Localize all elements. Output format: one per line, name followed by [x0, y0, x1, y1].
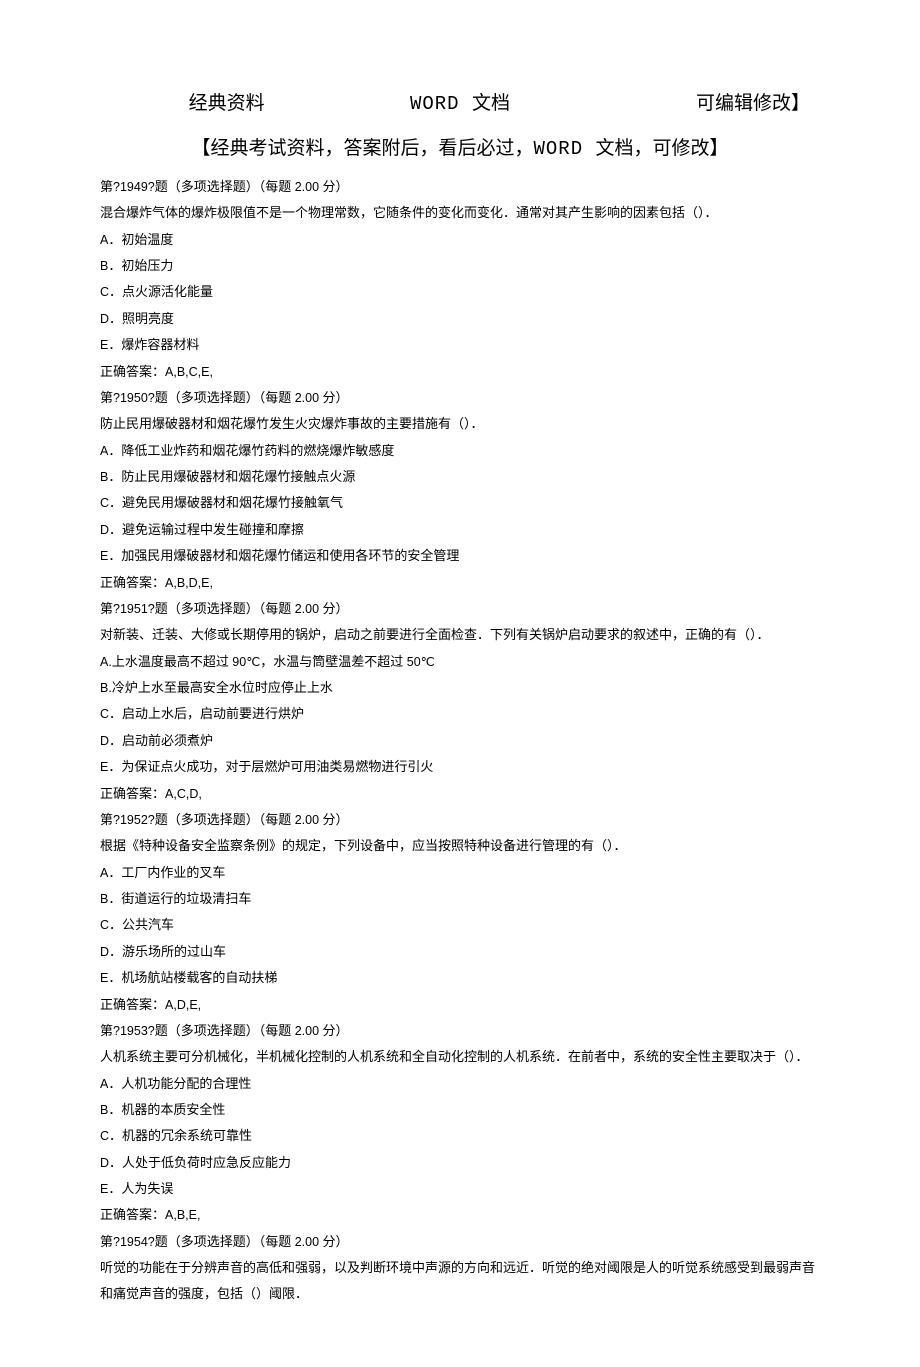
- question-option: E．为保证点火成功，对于层燃炉可用油类易燃物进行引火: [100, 754, 820, 779]
- question-block: 第?1954?题（多项选择题）（每题 2.00 分）听觉的功能在于分辨声音的高低…: [100, 1229, 820, 1306]
- question-block: 第?1950?题（多项选择题）（每题 2.00 分）防止民用爆破器材和烟花爆竹发…: [100, 385, 820, 595]
- subtitle-mono: WORD: [533, 138, 595, 160]
- question-option: E．加强民用爆破器材和烟花爆竹储运和使用各环节的安全管理: [100, 543, 820, 568]
- question-header: 第?1953?题（多项选择题）（每题 2.00 分）: [100, 1018, 820, 1043]
- question-option: E．爆炸容器材料: [100, 332, 820, 357]
- question-block: 第?1952?题（多项选择题）（每题 2.00 分）根据《特种设备安全监察条例》…: [100, 807, 820, 1017]
- question-option: D．启动前必须煮炉: [100, 728, 820, 753]
- question-option: C．点火源活化能量: [100, 279, 820, 304]
- question-answer: 正确答案：A,C,D,: [100, 781, 820, 806]
- question-option: B．防止民用爆破器材和烟花爆竹接触点火源: [100, 464, 820, 489]
- questions-container: 第?1949?题（多项选择题）（每题 2.00 分）混合爆炸气体的爆炸极限值不是…: [100, 174, 820, 1306]
- question-option: A．工厂内作业的叉车: [100, 860, 820, 885]
- question-option: B．初始压力: [100, 253, 820, 278]
- question-option: C．避免民用爆破器材和烟花爆竹接触氧气: [100, 490, 820, 515]
- question-answer: 正确答案：A,B,C,E,: [100, 359, 820, 384]
- page-header: 经典资料 WORD 文档 可编辑修改】: [100, 88, 820, 115]
- question-option: A．人机功能分配的合理性: [100, 1071, 820, 1096]
- question-option: C．启动上水后，启动前要进行烘炉: [100, 701, 820, 726]
- subtitle-prefix: 【经典考试资料，答案附后，看后必过，: [191, 138, 533, 159]
- question-header: 第?1949?题（多项选择题）（每题 2.00 分）: [100, 174, 820, 199]
- question-option: B.冷炉上水至最高安全水位时应停止上水: [100, 675, 820, 700]
- question-option: A．降低工业炸药和烟花爆竹药料的燃烧爆炸敏感度: [100, 438, 820, 463]
- question-header: 第?1950?题（多项选择题）（每题 2.00 分）: [100, 385, 820, 410]
- question-header: 第?1952?题（多项选择题）（每题 2.00 分）: [100, 807, 820, 832]
- question-stem: 听觉的功能在于分辨声音的高低和强弱，以及判断环境中声源的方向和远近．听觉的绝对阈…: [100, 1255, 820, 1306]
- question-header: 第?1951?题（多项选择题）（每题 2.00 分）: [100, 596, 820, 621]
- question-option: E．机场航站楼载客的自动扶梯: [100, 965, 820, 990]
- header-right-text: 可编辑修改】: [577, 88, 810, 115]
- question-option: C．公共汽车: [100, 912, 820, 937]
- question-stem: 对新装、迁装、大修或长期停用的锅炉，启动之前要进行全面检查．下列有关锅炉启动要求…: [100, 622, 820, 647]
- page-subtitle: 【经典考试资料，答案附后，看后必过，WORD 文档，可修改】: [100, 133, 820, 160]
- subtitle-suffix: 文档，可修改】: [596, 138, 729, 159]
- question-option: E．人为失误: [100, 1176, 820, 1201]
- question-answer: 正确答案：A,B,D,E,: [100, 570, 820, 595]
- question-option: C．机器的冗余系统可靠性: [100, 1123, 820, 1148]
- question-option: B．街道运行的垃圾清扫车: [100, 886, 820, 911]
- question-option: D．人处于低负荷时应急反应能力: [100, 1150, 820, 1175]
- question-stem: 人机系统主要可分机械化，半机械化控制的人机系统和全自动化控制的人机系统．在前者中…: [100, 1044, 820, 1069]
- question-block: 第?1953?题（多项选择题）（每题 2.00 分）人机系统主要可分机械化，半机…: [100, 1018, 820, 1228]
- question-option: B．机器的本质安全性: [100, 1097, 820, 1122]
- question-header: 第?1954?题（多项选择题）（每题 2.00 分）: [100, 1229, 820, 1254]
- question-answer: 正确答案：A,B,E,: [100, 1202, 820, 1227]
- header-left-text: 经典资料: [110, 88, 343, 115]
- question-stem: 根据《特种设备安全监察条例》的规定，下列设备中，应当按照特种设备进行管理的有（）…: [100, 833, 820, 858]
- question-stem: 防止民用爆破器材和烟花爆竹发生火灾爆炸事故的主要措施有（）．: [100, 411, 820, 436]
- question-answer: 正确答案：A,D,E,: [100, 992, 820, 1017]
- header-mid-text: WORD 文档: [343, 88, 576, 115]
- question-option: D．照明亮度: [100, 306, 820, 331]
- question-block: 第?1949?题（多项选择题）（每题 2.00 分）混合爆炸气体的爆炸极限值不是…: [100, 174, 820, 384]
- question-option: D．游乐场所的过山车: [100, 939, 820, 964]
- question-option: A.上水温度最高不超过 90℃，水温与筒壁温差不超过 50℃: [100, 649, 820, 674]
- question-option: D．避免运输过程中发生碰撞和摩擦: [100, 517, 820, 542]
- question-block: 第?1951?题（多项选择题）（每题 2.00 分）对新装、迁装、大修或长期停用…: [100, 596, 820, 806]
- question-option: A．初始温度: [100, 227, 820, 252]
- question-stem: 混合爆炸气体的爆炸极限值不是一个物理常数，它随条件的变化而变化．通常对其产生影响…: [100, 200, 820, 225]
